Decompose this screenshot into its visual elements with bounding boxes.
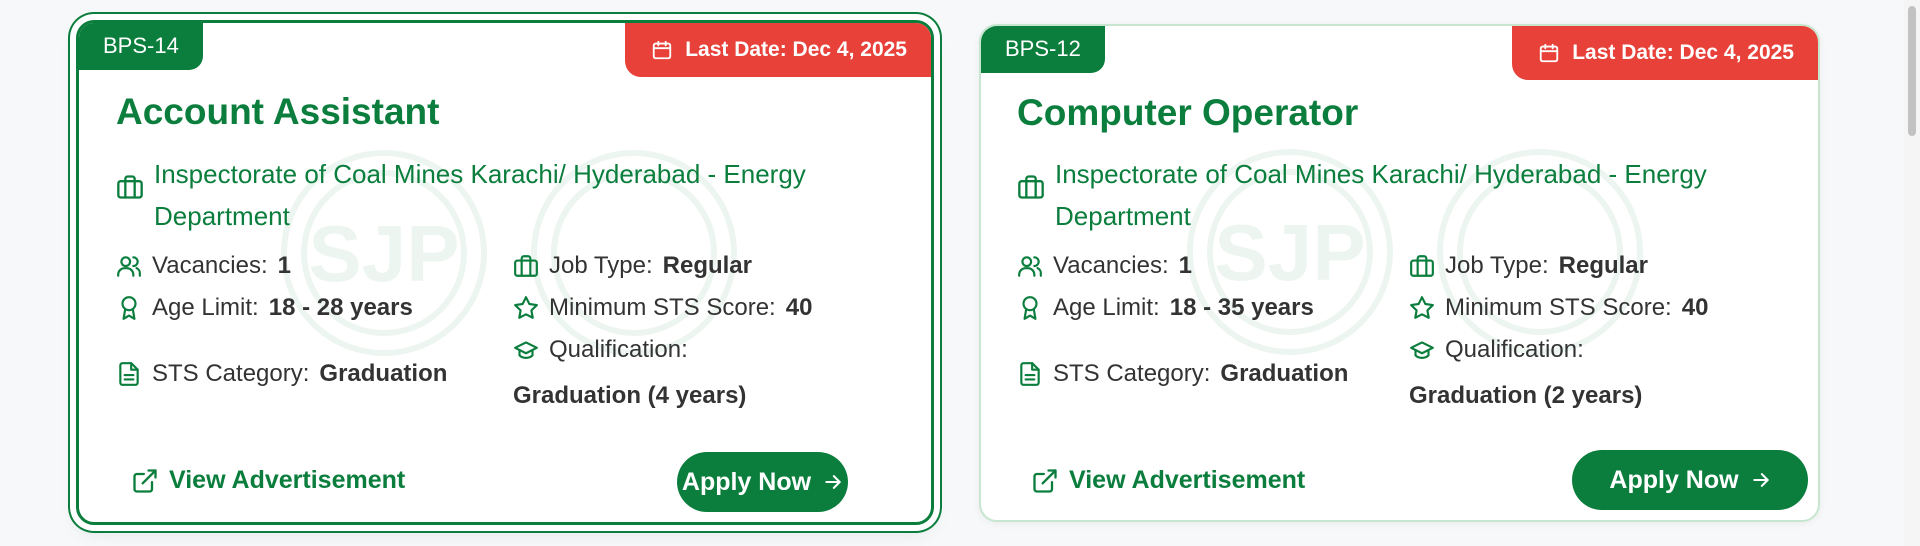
vacancies: Vacancies: 1 [1017,252,1192,280]
age-limit: Age Limit: 18 - 35 years [1017,294,1314,322]
briefcase-icon [1017,173,1045,201]
age-limit: Age Limit: 18 - 28 years [116,294,413,322]
job-type: Job Type: Regular [513,252,752,280]
star-icon [513,295,539,321]
document-icon [116,361,142,387]
users-icon [116,253,142,279]
qualification-label: Qualification: [513,336,688,364]
bps-grade-badge: BPS-12 [981,26,1105,73]
graduation-cap-icon [513,337,539,363]
view-advertisement-link[interactable]: View Advertisement [1031,466,1305,495]
qualification-value: Graduation (4 years) [513,382,747,409]
qualification-value: Graduation (2 years) [1409,382,1643,409]
qualification-label: Qualification: [1409,336,1584,364]
department: Inspectorate of Coal Mines Karachi/ Hyde… [116,153,856,237]
sts-category: STS Category: Graduation [1017,360,1348,388]
minimum-sts-score: Minimum STS Score: 40 [1409,294,1708,322]
scrollbar-thumb[interactable] [1908,6,1916,136]
department: Inspectorate of Coal Mines Karachi/ Hyde… [1017,153,1757,237]
briefcase-icon [1409,253,1435,279]
arrow-right-icon [1751,470,1771,490]
arrow-right-icon [823,472,843,492]
calendar-icon [651,39,673,61]
star-icon [1409,295,1435,321]
apply-now-button[interactable]: Apply Now [677,452,848,512]
award-icon [1017,295,1043,321]
award-icon [116,295,142,321]
external-link-icon [1031,467,1059,495]
sts-category: STS Category: Graduation [116,360,447,388]
calendar-icon [1538,42,1560,64]
apply-now-button[interactable]: Apply Now [1572,450,1808,510]
job-card[interactable]: SJP BPS-14 Last Date: Dec 4, 2025 Accoun… [76,20,934,525]
briefcase-icon [513,253,539,279]
document-icon [1017,361,1043,387]
last-date-badge: Last Date: Dec 4, 2025 [625,23,931,77]
vertical-scrollbar[interactable] [1904,0,1920,546]
view-advertisement-link[interactable]: View Advertisement [131,466,405,495]
job-type: Job Type: Regular [1409,252,1648,280]
job-card[interactable]: SJP BPS-12 Last Date: Dec 4, 2025 Comput… [979,24,1820,522]
users-icon [1017,253,1043,279]
external-link-icon [131,467,159,495]
bps-grade-badge: BPS-14 [79,23,203,70]
job-title: Account Assistant [116,91,440,132]
last-date-badge: Last Date: Dec 4, 2025 [1512,26,1818,80]
vacancies: Vacancies: 1 [116,252,291,280]
graduation-cap-icon [1409,337,1435,363]
job-title: Computer Operator [1017,92,1359,133]
briefcase-icon [116,173,144,201]
minimum-sts-score: Minimum STS Score: 40 [513,294,812,322]
